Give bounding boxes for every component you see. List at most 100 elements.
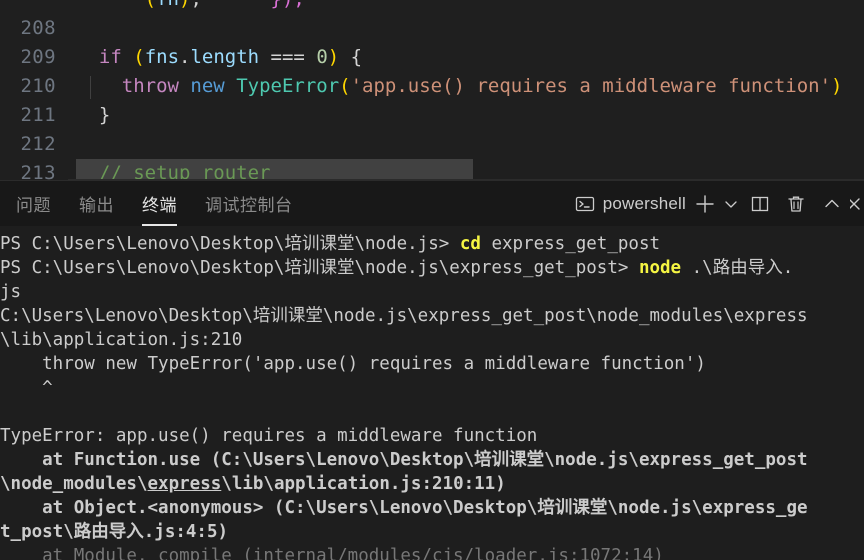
line-number [0, 0, 68, 14]
terminal-text: js [0, 282, 22, 302]
chevron-down-icon [722, 195, 740, 213]
line-number: 212 [0, 130, 68, 159]
terminal-text: throw new TypeError('app.use() requires … [0, 354, 706, 374]
trash-icon [785, 193, 807, 215]
stack-line-2: at Object.<anonymous> (C:\Users\Lenovo\D… [0, 496, 864, 520]
token: 'app.use() requires a middleware functio… [350, 75, 832, 97]
code-tokens: } [76, 101, 110, 130]
token: { [339, 46, 363, 68]
token: 0 [316, 46, 328, 68]
terminal-text: TypeError: app.use() requires a middlewa… [0, 426, 538, 446]
code-line[interactable]: (fn); }); [0, 0, 864, 14]
terminal-text: at Function.use (C:\Users\Lenovo\Desktop… [0, 450, 808, 470]
token: if [98, 46, 122, 68]
token: TypeError [236, 75, 340, 97]
terminal-text: C:\Users\Lenovo\Desktop\培训课堂\node.js\exp… [0, 306, 808, 326]
panel-tab-label: 终端 [142, 196, 177, 215]
code-line-content [68, 14, 864, 43]
token: ) [179, 0, 190, 10]
code-line[interactable]: 211 } [0, 101, 864, 130]
code-line[interactable]: 213 // setup router [0, 159, 864, 180]
code-line[interactable]: 208 [0, 14, 864, 43]
line-number: 208 [0, 14, 68, 43]
code-line[interactable]: 210 throw new TypeError('app.use() requi… [0, 72, 864, 101]
kill-terminal-button[interactable] [778, 188, 814, 220]
line-number: 209 [0, 43, 68, 72]
token: new [190, 75, 225, 97]
panel-tabs-list: 问题 输出 终端 调试控制台 [0, 181, 307, 226]
terminal-text: express_get_post [480, 234, 661, 254]
terminal-shell-label: powershell [602, 193, 686, 213]
collapse-panel-button[interactable] [814, 188, 850, 220]
tab-problems[interactable]: 问题 [2, 181, 65, 226]
terminal-text: node [638, 258, 682, 278]
terminal-link[interactable]: express [148, 474, 222, 494]
code-line-content: (fn); }); [68, 0, 864, 14]
code-tokens: // setup router [76, 159, 473, 180]
token: ( [133, 46, 145, 68]
terminal-output: PS C:\Users\Lenovo\Desktop\培训课堂\node.js>… [0, 232, 864, 560]
token: ( [145, 0, 156, 10]
tab-output[interactable]: 输出 [65, 181, 128, 226]
code-editor[interactable]: (fn); });208209 if (fns.length === 0) {2… [0, 0, 864, 180]
terminal-text: at Module._compile (internal/modules/cjs… [0, 546, 664, 560]
code-line-content: throw new TypeError('app.use() requires … [68, 72, 864, 101]
line-number: 210 [0, 72, 68, 101]
line-number: 211 [0, 101, 68, 130]
close-icon [850, 194, 864, 214]
terminal-panel[interactable]: PS C:\Users\Lenovo\Desktop\培训课堂\node.js>… [0, 226, 864, 560]
indent-guide [90, 76, 91, 99]
code-line-content [68, 130, 864, 159]
tab-debug-console[interactable]: 调试控制台 [191, 181, 307, 226]
panel-toolbar: powershell [572, 181, 864, 226]
error-path-line-2: \lib\application.js:210 [0, 328, 864, 352]
code-line-content: } [68, 101, 864, 130]
error-message-line: TypeError: app.use() requires a middlewa… [0, 424, 864, 448]
code-line[interactable]: 212 [0, 130, 864, 159]
close-panel-button[interactable] [850, 188, 864, 220]
code-lines-container: (fn); });208209 if (fns.length === 0) {2… [0, 0, 864, 180]
terminal-text: \lib\application.js:210 [0, 330, 243, 350]
token: // setup router [76, 162, 271, 180]
active-terminal-chip[interactable]: powershell [572, 188, 690, 220]
token: } [76, 104, 111, 126]
line-number: 213 [0, 159, 68, 180]
panel-tab-label: 问题 [16, 196, 51, 215]
code-tokens: if (fns.length === 0) { [76, 43, 362, 72]
token: ) [831, 75, 843, 97]
split-terminal-button[interactable] [742, 188, 778, 220]
token: ; [190, 0, 201, 10]
plus-icon [693, 192, 717, 216]
stack-line-2-wrap: t_post\路由导入.js:4:5) [0, 520, 864, 544]
panel-tab-label: 调试控制台 [205, 196, 293, 215]
prompt-line-node: PS C:\Users\Lenovo\Desktop\培训课堂\node.js\… [0, 256, 864, 280]
stack-line-3: at Module._compile (internal/modules/cjs… [0, 544, 864, 560]
prompt-line-cd: PS C:\Users\Lenovo\Desktop\培训课堂\node.js>… [0, 232, 864, 256]
new-terminal-dropdown-button[interactable] [720, 188, 742, 220]
token: . [179, 46, 191, 68]
code-line[interactable]: 209 if (fns.length === 0) { [0, 43, 864, 72]
terminal-text: ^ [0, 378, 53, 398]
terminal-text: t_post\路由导入.js:4:5) [0, 522, 229, 542]
panel-tab-label: 输出 [79, 196, 114, 215]
terminal-text: PS C:\Users\Lenovo\Desktop\培训课堂\node.js\… [0, 258, 639, 278]
code-tokens: throw new TypeError('app.use() requires … [76, 72, 843, 101]
terminal-text: \lib\application.js:210:11) [221, 474, 506, 494]
new-terminal-button[interactable] [690, 188, 720, 220]
token: === [259, 46, 317, 68]
tab-terminal[interactable]: 终端 [128, 181, 191, 226]
token: length [190, 46, 260, 68]
terminal-text: \node_modules\ [0, 474, 148, 494]
stack-line-1-wrap: \node_modules\express\lib\application.js… [0, 472, 864, 496]
token: fns [144, 46, 180, 68]
split-editor-icon [749, 193, 771, 215]
stack-line-1: at Function.use (C:\Users\Lenovo\Desktop… [0, 448, 864, 472]
token: fn [156, 0, 179, 10]
panel-tab-bar: 问题 输出 终端 调试控制台 powershell [0, 180, 864, 226]
